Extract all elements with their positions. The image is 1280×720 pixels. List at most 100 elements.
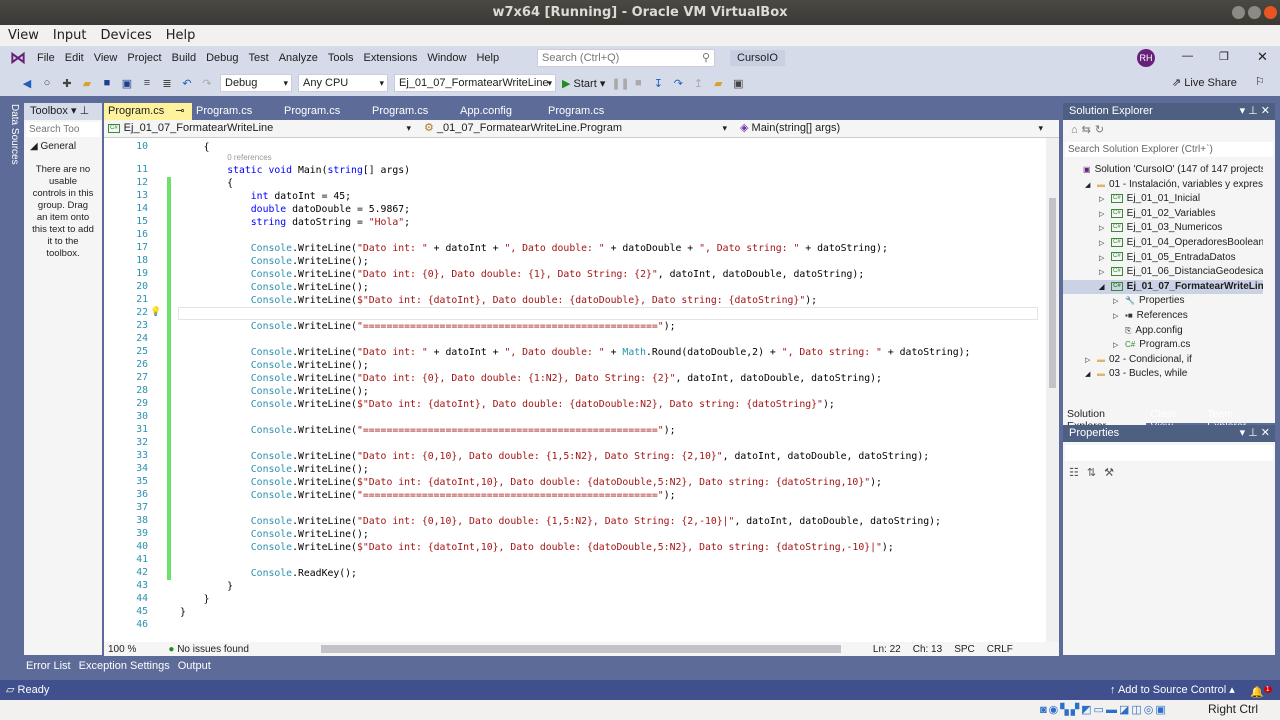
tree-item[interactable]: ▷ C# Ej_01_03_Numericos: [1063, 221, 1263, 236]
scrollbar-thumb[interactable]: [1049, 198, 1056, 388]
tree-item[interactable]: ▷ C# Ej_01_06_DistanciaGeodesica: [1063, 265, 1263, 280]
feedback-icon[interactable]: ⚐: [1255, 75, 1265, 88]
refresh-icon[interactable]: ↻: [1095, 124, 1108, 136]
tab-error-list[interactable]: Error List: [26, 660, 71, 672]
expand-arrow-icon[interactable]: ▷: [1099, 193, 1111, 208]
find-icon[interactable]: ▰: [711, 77, 725, 90]
add-to-source-control-button[interactable]: ↑ Add to Source Control ▴: [1110, 680, 1235, 700]
save-all-icon[interactable]: ▣: [120, 77, 134, 90]
line-ending[interactable]: CRLF: [987, 644, 1013, 655]
vs-close-button[interactable]: ✕: [1257, 49, 1268, 65]
alphabetical-icon[interactable]: ⇅: [1087, 467, 1104, 479]
tree-item[interactable]: ▷ C# Ej_01_05_EntradaDatos: [1063, 251, 1263, 266]
home-icon[interactable]: ⌂: [1071, 124, 1082, 136]
tab-exception-settings[interactable]: Exception Settings: [79, 660, 170, 672]
browser-link-icon[interactable]: ▣: [731, 77, 745, 90]
close-button[interactable]: [1264, 6, 1277, 19]
expand-arrow-icon[interactable]: ▷: [1099, 237, 1111, 252]
sync-icon[interactable]: ⇆: [1082, 124, 1095, 136]
tree-item[interactable]: ◢▬ 01 - Instalación, variables y expresio…: [1063, 178, 1263, 193]
undo-icon[interactable]: ↶: [180, 77, 194, 90]
vs-minimize-button[interactable]: —: [1182, 50, 1193, 62]
expand-arrow-icon[interactable]: ▷: [1113, 295, 1125, 310]
vb-menu-help[interactable]: Help: [166, 28, 196, 43]
horizontal-scrollbar[interactable]: [320, 645, 841, 653]
start-button[interactable]: ▶ Start ▾: [562, 77, 605, 90]
properties-object-select[interactable]: [1065, 445, 1273, 461]
comment-icon[interactable]: ≡: [140, 77, 154, 89]
menu-test[interactable]: Test: [244, 52, 274, 64]
expand-arrow-icon[interactable]: ▷: [1099, 266, 1111, 281]
back-icon[interactable]: ◀: [20, 77, 34, 90]
stop-icon[interactable]: ■: [631, 77, 645, 89]
solution-search-input[interactable]: Search Solution Explorer (Ctrl+`): [1065, 142, 1273, 157]
step-over-icon[interactable]: ↷: [671, 77, 685, 90]
toolbox-group-general[interactable]: ◢ General: [24, 139, 102, 154]
expand-arrow-icon[interactable]: ▷: [1099, 222, 1111, 237]
vs-restore-button[interactable]: ❐: [1219, 50, 1229, 63]
expand-arrow-icon[interactable]: ▷: [1113, 310, 1125, 325]
tab-output[interactable]: Output: [178, 660, 211, 672]
step-into-icon[interactable]: ↧: [651, 77, 665, 90]
menu-view[interactable]: View: [89, 52, 123, 64]
pin-icon[interactable]: ⊸: [175, 105, 184, 117]
tree-item[interactable]: ◢ ▬ 03 - Bucles, while: [1063, 367, 1263, 382]
lightbulb-icon[interactable]: 💡: [150, 307, 161, 317]
platform-select[interactable]: Any CPU: [298, 74, 388, 92]
tree-item[interactable]: ▣ Solution 'CursoIO' (147 of 147 projects…: [1063, 163, 1263, 178]
zoom-select[interactable]: 100 %: [108, 644, 136, 655]
vb-menu-input[interactable]: Input: [53, 28, 87, 43]
vb-menu-view[interactable]: View: [8, 28, 39, 43]
member-dropdown[interactable]: ◈ Main(string[] args): [736, 120, 1046, 138]
spacing-mode[interactable]: SPC: [954, 644, 975, 655]
expand-arrow-icon[interactable]: ◢: [1085, 368, 1097, 382]
expand-arrow-icon[interactable]: ◢: [1099, 281, 1111, 296]
tree-item[interactable]: ▷ C# Ej_01_02_Variables: [1063, 207, 1263, 222]
tree-item[interactable]: ▷ C# Ej_01_01_Inicial: [1063, 192, 1263, 207]
tab-program-cs[interactable]: Program.cs: [280, 103, 368, 120]
tree-item[interactable]: ▷ C# Program.cs: [1063, 338, 1263, 353]
menu-project[interactable]: Project: [122, 52, 166, 64]
tree-item[interactable]: ◢ C# Ej_01_07_FormatearWriteLine: [1063, 279, 1263, 296]
expand-arrow-icon[interactable]: ◢: [1085, 179, 1097, 194]
uncomment-icon[interactable]: ≣: [160, 77, 174, 90]
issues-indicator[interactable]: ● No issues found: [168, 644, 249, 655]
save-icon[interactable]: ■: [100, 77, 114, 89]
minimize-button[interactable]: [1232, 6, 1245, 19]
menu-extensions[interactable]: Extensions: [359, 52, 423, 64]
startup-project-select[interactable]: Ej_01_07_FormatearWriteLine: [394, 74, 556, 92]
toolbox-search-input[interactable]: Search Too: [26, 122, 100, 137]
menu-debug[interactable]: Debug: [201, 52, 243, 64]
tab-program-cs[interactable]: Program.cs: [368, 103, 456, 120]
menu-analyze[interactable]: Analyze: [274, 52, 323, 64]
codelens-references[interactable]: 0 references: [227, 151, 272, 164]
tab-program-cs[interactable]: Program.cs: [544, 103, 632, 120]
vertical-scrollbar[interactable]: [1046, 138, 1059, 642]
menu-tools[interactable]: Tools: [323, 52, 359, 64]
code-area[interactable]: 10 {0 references 11 static void Main(stri…: [104, 138, 1044, 642]
pause-icon[interactable]: ❚❚: [611, 77, 629, 90]
expand-arrow-icon[interactable]: ▷: [1099, 208, 1111, 223]
search-input[interactable]: Search (Ctrl+Q) ⚲: [537, 49, 715, 67]
step-out-icon[interactable]: ↥: [691, 77, 705, 90]
class-dropdown[interactable]: ⚙ _01_07_FormatearWriteLine.Program: [420, 120, 730, 138]
tree-item[interactable]: ⎘ App.config: [1063, 324, 1263, 339]
vm-device-icons[interactable]: ◙◉▚▞◩▭▬◪◫◎▣: [1040, 703, 1168, 716]
expand-arrow-icon[interactable]: ▷: [1113, 339, 1125, 354]
maximize-button[interactable]: [1248, 6, 1261, 19]
menu-help[interactable]: Help: [471, 52, 504, 64]
data-sources-tab[interactable]: Data Sources: [6, 104, 20, 165]
categorized-icon[interactable]: ☷: [1069, 467, 1087, 479]
tab-program-cs[interactable]: Program.cs: [192, 103, 280, 120]
menu-build[interactable]: Build: [167, 52, 201, 64]
pin-icon[interactable]: ⊥: [80, 105, 90, 117]
configuration-select[interactable]: Debug: [220, 74, 292, 92]
expand-arrow-icon[interactable]: ▷: [1099, 252, 1111, 267]
menu-file[interactable]: File: [32, 52, 60, 64]
tab-app-config[interactable]: App.config: [456, 103, 544, 120]
property-pages-icon[interactable]: ⚒: [1104, 467, 1122, 479]
tree-item[interactable]: ▷ ▬ 02 - Condicional, if: [1063, 353, 1263, 368]
tree-item[interactable]: ▷ C# Ej_01_04_OperadoresBooleanos: [1063, 236, 1263, 251]
redo-icon[interactable]: ↷: [200, 77, 214, 90]
menu-edit[interactable]: Edit: [60, 52, 89, 64]
